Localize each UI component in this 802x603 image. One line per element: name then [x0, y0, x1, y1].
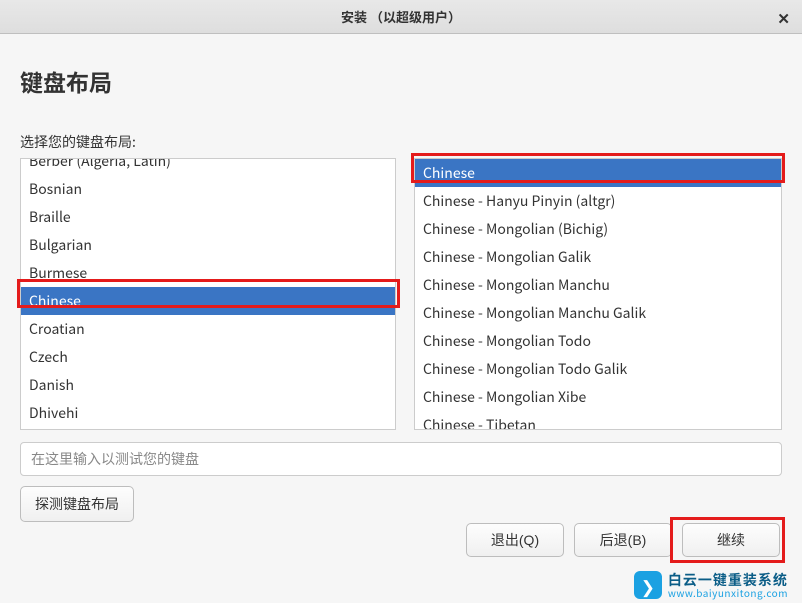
- language-list-item[interactable]: Burmese: [21, 259, 395, 287]
- language-list-item[interactable]: Berber (Algeria, Latin): [21, 158, 395, 175]
- layout-lists: Berber (Algeria, Latin)BosnianBrailleBul…: [20, 158, 782, 430]
- titlebar: 安装 （以超级用户） ✕: [0, 0, 802, 34]
- quit-button[interactable]: 退出(Q): [466, 523, 564, 557]
- page-title: 键盘布局: [20, 64, 782, 98]
- language-list-item[interactable]: Braille: [21, 203, 395, 231]
- detect-layout-button[interactable]: 探测键盘布局: [20, 486, 134, 522]
- watermark: ❯ 白云一键重装系统 www.baiyunxitong.com: [634, 571, 788, 599]
- watermark-logo: ❯: [634, 571, 662, 599]
- test-keyboard-input[interactable]: [20, 442, 782, 476]
- language-list-item[interactable]: Dhivehi: [21, 399, 395, 427]
- language-list-item[interactable]: Chinese: [21, 287, 395, 315]
- variant-list-item[interactable]: Chinese - Mongolian Galik: [415, 243, 781, 271]
- variant-list-item[interactable]: Chinese: [415, 159, 781, 187]
- watermark-text: 白云一键重装系统 www.baiyunxitong.com: [668, 573, 788, 598]
- language-list-item[interactable]: Bulgarian: [21, 231, 395, 259]
- language-list-item[interactable]: Croatian: [21, 315, 395, 343]
- variant-list-item[interactable]: Chinese - Mongolian Manchu: [415, 271, 781, 299]
- variant-list-item[interactable]: Chinese - Mongolian Xibe: [415, 383, 781, 411]
- nav-buttons: 退出(Q) 后退(B) 继续: [466, 523, 780, 557]
- prompt-label: 选择您的键盘布局:: [20, 132, 782, 152]
- continue-button[interactable]: 继续: [682, 523, 780, 557]
- language-list-item[interactable]: Czech: [21, 343, 395, 371]
- language-listbox[interactable]: Berber (Algeria, Latin)BosnianBrailleBul…: [20, 158, 396, 430]
- language-list-item[interactable]: Dutch: [21, 427, 395, 430]
- variant-listbox[interactable]: ChineseChinese - Hanyu Pinyin (altgr)Chi…: [414, 158, 782, 430]
- variant-list-item[interactable]: Chinese - Mongolian Todo: [415, 327, 781, 355]
- close-icon[interactable]: ✕: [777, 8, 790, 29]
- language-list-item[interactable]: Bosnian: [21, 175, 395, 203]
- variant-list-item[interactable]: Chinese - Mongolian (Bichig): [415, 215, 781, 243]
- variant-list-item[interactable]: Chinese - Mongolian Manchu Galik: [415, 299, 781, 327]
- variant-list-item[interactable]: Chinese - Mongolian Todo Galik: [415, 355, 781, 383]
- variant-list-item[interactable]: Chinese - Hanyu Pinyin (altgr): [415, 187, 781, 215]
- watermark-en: www.baiyunxitong.com: [668, 588, 788, 598]
- bird-icon: ❯: [641, 573, 655, 598]
- variant-list-item[interactable]: Chinese - Tibetan: [415, 411, 781, 430]
- back-button[interactable]: 后退(B): [574, 523, 672, 557]
- language-list-item[interactable]: Danish: [21, 371, 395, 399]
- window-title: 安装 （以超级用户）: [341, 7, 461, 26]
- content-area: 键盘布局 选择您的键盘布局: Berber (Algeria, Latin)Bo…: [0, 34, 802, 522]
